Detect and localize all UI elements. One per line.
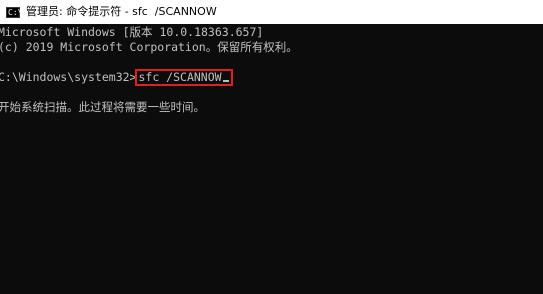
cmd-icon[interactable]: C:\: [6, 6, 23, 18]
cmd-icon-glyph: C:\: [8, 7, 23, 17]
console-line: (c) 2019 Microsoft Corporation。保留所有权利。: [0, 40, 298, 54]
command-prompt: C:\Windows\system32>: [0, 70, 137, 84]
window-title: 管理员: 命令提示符 - sfc /SCANNOW: [26, 5, 217, 18]
highlighted-command: sfc /SCANNOW: [135, 69, 233, 86]
title-bar[interactable]: C:\ 管理员: 命令提示符 - sfc /SCANNOW: [0, 0, 543, 24]
console-output-line: 开始系统扫描。此过程将需要一些时间。: [0, 100, 205, 114]
console-line: Microsoft Windows [版本 10.0.18363.657]: [0, 25, 264, 39]
console-output-area[interactable]: Microsoft Windows [版本 10.0.18363.657] (c…: [0, 24, 543, 294]
command-line: C:\Windows\system32> sfc /SCANNOW: [0, 69, 233, 86]
command-text: sfc /SCANNOW: [138, 70, 222, 84]
text-cursor: [222, 80, 229, 82]
command-prompt-window: C:\ 管理员: 命令提示符 - sfc /SCANNOW Microsoft …: [0, 0, 543, 294]
